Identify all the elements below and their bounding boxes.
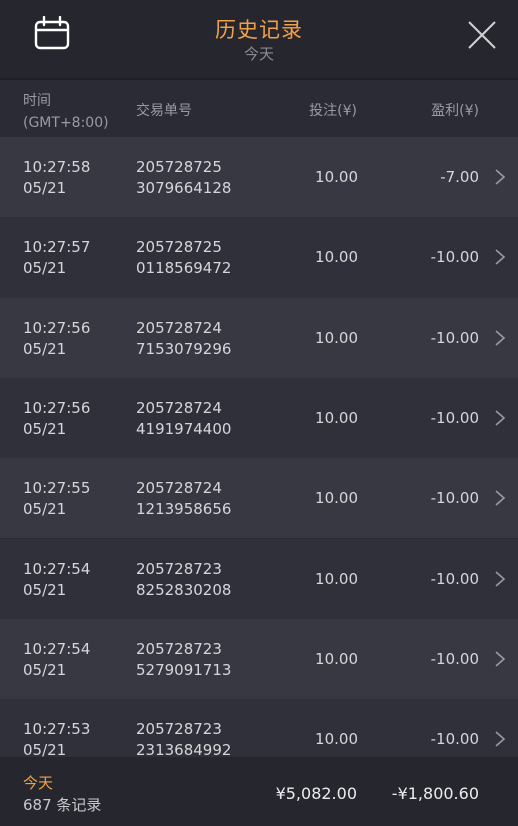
row-date: 05/21 <box>23 580 67 599</box>
history-row[interactable]: 10:27:56 05/21 205728724 4191974400 10.00 … <box>0 377 518 459</box>
row-bet: 10.00 <box>315 328 358 347</box>
history-row[interactable]: 10:27:57 05/21 205728725 0118569472 10.00 … <box>0 217 518 298</box>
row-date: 05/21 <box>23 179 67 197</box>
row-datetime: 10:27:58 05/21 <box>23 157 90 199</box>
row-id-part2: 4191974400 <box>136 419 232 438</box>
chevron-right-icon <box>495 490 506 506</box>
history-row[interactable]: 10:27:55 05/21 205728724 1213958656 10.00 … <box>0 458 518 539</box>
row-profit: -10.00 <box>430 649 479 668</box>
chevron-right-icon <box>495 651 506 667</box>
row-time: 10:27:53 <box>23 720 91 739</box>
history-row[interactable]: 10:27:54 05/21 205728723 5279091713 10.00 … <box>0 618 518 700</box>
row-datetime: 10:27:54 05/21 <box>23 559 90 601</box>
row-bet: 10.00 <box>315 730 358 749</box>
row-time: 10:27:56 <box>23 318 91 337</box>
chevron-right-icon <box>495 570 506 587</box>
chevron-right-icon <box>495 169 506 185</box>
row-datetime: 10:27:56 05/21 <box>23 318 90 360</box>
row-time: 10:27:54 <box>23 559 91 578</box>
row-bet: 10.00 <box>315 168 358 186</box>
row-transaction-id: 205728723 2313684992 <box>136 719 231 757</box>
row-id-part2: 0118569472 <box>136 259 232 278</box>
row-transaction-id: 205728724 7153079296 <box>136 318 231 360</box>
row-transaction-id: 205728725 0118569472 <box>136 237 231 279</box>
row-bet: 10.00 <box>315 408 358 427</box>
row-profit: -7.00 <box>440 168 479 186</box>
row-bet: 10.00 <box>315 248 358 267</box>
row-time: 10:27:55 <box>23 479 91 498</box>
column-headers: 时间 (GMT+8:00) 交易单号 投注(¥) 盈利(¥) <box>0 82 518 137</box>
row-id-part1: 205728723 <box>136 559 222 578</box>
row-bet: 10.00 <box>315 489 358 508</box>
row-id-part1: 205728723 <box>136 720 222 739</box>
summary-period-label: 今天 <box>23 774 54 792</box>
row-datetime: 10:27:57 05/21 <box>23 237 90 279</box>
row-datetime: 10:27:55 05/21 <box>23 478 90 520</box>
record-count: 687 条记录 <box>23 796 102 814</box>
row-transaction-id: 205728723 5279091713 <box>136 639 231 681</box>
date-filter-label: 今天 <box>243 45 274 63</box>
row-transaction-id: 205728724 4191974400 <box>136 398 231 440</box>
row-profit: -10.00 <box>430 408 479 427</box>
row-id-part1: 205728725 <box>136 158 222 176</box>
row-date: 05/21 <box>23 741 67 757</box>
timezone-label: (GMT+8:00) <box>23 115 109 131</box>
time-header-label: 时间 <box>23 93 51 109</box>
chevron-right-icon <box>495 731 506 747</box>
row-date: 05/21 <box>23 660 67 679</box>
row-bet: 10.00 <box>315 569 358 588</box>
row-datetime: 10:27:53 05/21 <box>23 719 90 757</box>
row-id-part1: 205728724 <box>136 479 222 498</box>
history-row[interactable]: 10:27:56 05/21 205728724 7153079296 10.00 … <box>0 297 518 378</box>
summary-footer: 今天 687 条记录 ¥5,082.00 -¥1,800.60 <box>0 757 518 826</box>
row-transaction-id: 205728723 8252830208 <box>136 559 231 601</box>
row-id-part2: 3079664128 <box>136 179 232 197</box>
history-row[interactable]: 10:27:54 05/21 205728723 8252830208 10.00 … <box>0 538 518 619</box>
total-profit: -¥1,800.60 <box>391 784 479 803</box>
profit-column-header: 盈利(¥) <box>431 103 479 119</box>
row-date: 05/21 <box>23 419 67 438</box>
chevron-right-icon <box>495 329 506 346</box>
row-time: 10:27:56 <box>23 398 91 417</box>
chevron-right-icon <box>495 410 506 426</box>
row-bet: 10.00 <box>315 649 358 668</box>
history-row[interactable]: 10:27:53 05/21 205728723 2313684992 10.00 … <box>0 699 518 757</box>
row-datetime: 10:27:56 05/21 <box>23 398 90 440</box>
row-profit: -10.00 <box>430 328 479 347</box>
page-title: 历史记录 <box>215 18 303 42</box>
row-time: 10:27:54 <box>23 639 91 658</box>
row-id-part2: 8252830208 <box>136 580 232 599</box>
close-icon[interactable] <box>466 19 498 51</box>
row-id-part1: 205728723 <box>136 639 222 658</box>
row-id-part2: 7153079296 <box>136 339 232 358</box>
row-id-part1: 205728725 <box>136 238 222 257</box>
row-id-part2: 5279091713 <box>136 660 232 679</box>
row-transaction-id: 205728724 1213958656 <box>136 478 231 520</box>
row-id-part1: 205728724 <box>136 318 222 337</box>
history-row[interactable]: 10:27:58 05/21 205728725 3079664128 10.00 … <box>0 137 518 218</box>
bet-column-header: 投注(¥) <box>309 103 357 119</box>
row-datetime: 10:27:54 05/21 <box>23 639 90 681</box>
row-profit: -10.00 <box>430 489 479 508</box>
row-transaction-id: 205728725 3079664128 <box>136 157 231 199</box>
row-id-part2: 2313684992 <box>136 741 232 757</box>
total-bet: ¥5,082.00 <box>275 784 357 803</box>
row-profit: -10.00 <box>430 569 479 588</box>
id-column-header: 交易单号 <box>136 103 192 119</box>
row-time: 10:27:58 <box>23 158 91 176</box>
row-date: 05/21 <box>23 339 67 358</box>
history-list[interactable]: 10:27:58 05/21 205728725 3079664128 10.00 … <box>0 137 518 757</box>
row-id-part1: 205728724 <box>136 398 222 417</box>
row-profit: -10.00 <box>430 248 479 267</box>
row-profit: -10.00 <box>430 730 479 749</box>
row-id-part2: 1213958656 <box>136 500 232 519</box>
row-date: 05/21 <box>23 259 67 278</box>
row-time: 10:27:57 <box>23 238 91 257</box>
row-date: 05/21 <box>23 500 67 519</box>
time-column-header: 时间 (GMT+8:00) <box>23 90 109 134</box>
header: 历史记录 今天 <box>0 0 518 80</box>
chevron-right-icon <box>495 249 506 265</box>
